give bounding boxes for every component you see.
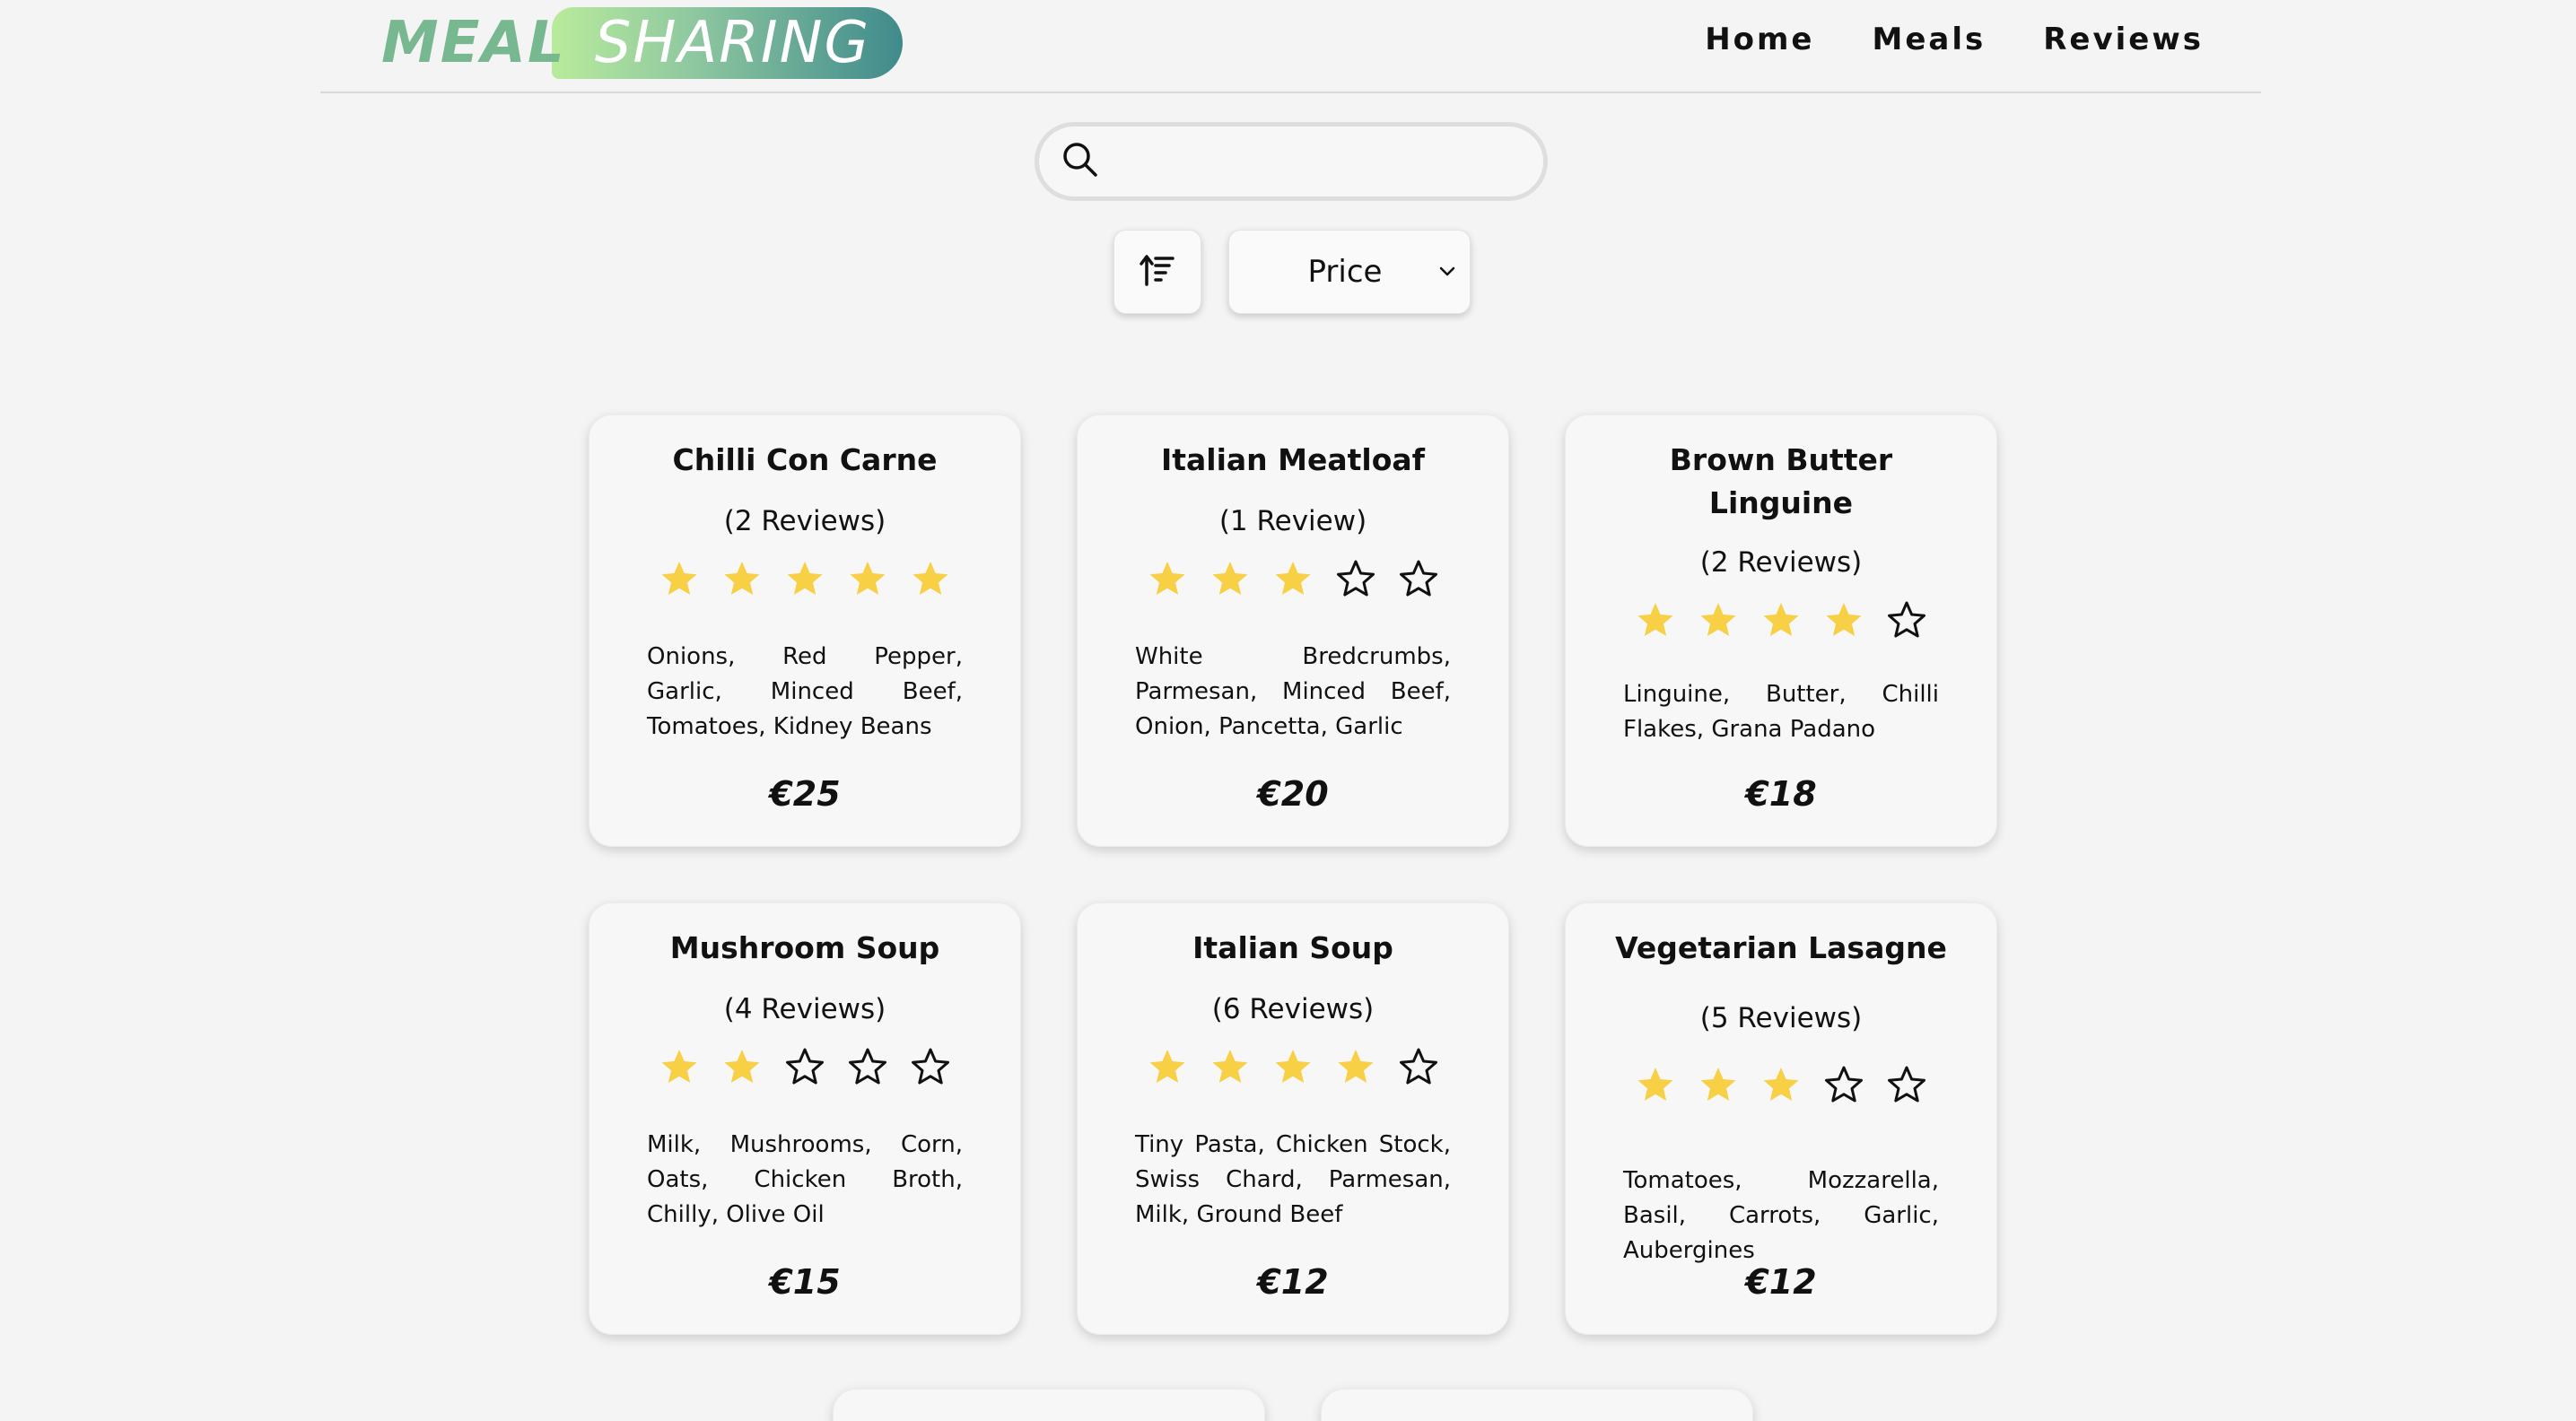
star-filled-icon	[1275, 562, 1311, 595]
meal-price: €12	[1257, 1262, 1329, 1302]
star-filled-icon	[1149, 562, 1185, 595]
meal-price: €20	[1257, 774, 1329, 814]
star-rating	[1135, 1047, 1451, 1086]
chevron-down-icon	[1437, 261, 1457, 284]
meal-review-count: (4 Reviews)	[723, 993, 886, 1025]
star-empty-icon	[1825, 1066, 1863, 1103]
star-filled-icon	[1763, 1068, 1799, 1101]
search-icon[interactable]	[1061, 140, 1100, 183]
star-empty-icon	[849, 1048, 886, 1085]
site-header: MEAL SHARING Home Meals Reviews	[320, 0, 2261, 93]
star-filled-icon	[1212, 562, 1248, 595]
star-filled-icon	[1826, 603, 1862, 636]
star-filled-icon	[1637, 1068, 1673, 1101]
meal-price: €18	[1745, 774, 1817, 814]
meal-card-partial[interactable]	[833, 1389, 1265, 1421]
nav-reviews[interactable]: Reviews	[2043, 22, 2204, 57]
logo[interactable]: MEAL SHARING	[381, 7, 904, 79]
star-filled-icon	[661, 1050, 697, 1083]
page: MEAL SHARING Home Meals Reviews Price Ch…	[0, 0, 2576, 1421]
meal-card[interactable]: Brown Butter Linguine (2 Reviews) Linguine…	[1565, 414, 1997, 847]
meal-ingredients: Tomatoes, Mozzarella, Basil, Carrots, Ga…	[1623, 1167, 1939, 1264]
logo-text-meal: MEAL	[381, 10, 566, 76]
meal-review-count: (2 Reviews)	[1699, 546, 1863, 579]
star-empty-icon	[1337, 560, 1375, 597]
meal-card[interactable]: Italian Meatloaf (1 Review) White Bredcrum…	[1077, 414, 1509, 847]
star-filled-icon	[661, 562, 697, 595]
star-rating	[1623, 600, 1939, 640]
star-rating	[1135, 559, 1451, 598]
main-nav: Home Meals Reviews	[1705, 22, 2204, 57]
star-empty-icon	[912, 1048, 949, 1085]
star-filled-icon	[1275, 1050, 1311, 1083]
star-filled-icon	[913, 562, 948, 595]
meal-card[interactable]: Italian Soup (6 Reviews) Tiny Pasta, Chick…	[1077, 902, 1509, 1335]
nav-home[interactable]: Home	[1705, 22, 1814, 57]
meal-title[interactable]: Italian Soup	[1117, 927, 1469, 970]
meal-title[interactable]: Italian Meatloaf	[1117, 439, 1469, 482]
meal-review-count: (5 Reviews)	[1699, 1002, 1863, 1034]
meal-ingredients: Tiny Pasta, Chicken Stock, Swiss Chard, …	[1135, 1131, 1451, 1228]
meal-card-partial[interactable]	[1321, 1389, 1753, 1421]
star-rating	[647, 1047, 963, 1086]
meal-ingredients: Onions, Red Pepper, Garlic, Minced Beef,…	[647, 643, 963, 740]
star-empty-icon	[1400, 1048, 1437, 1085]
star-filled-icon	[1700, 603, 1736, 636]
meal-review-count: (6 Reviews)	[1211, 993, 1375, 1025]
meal-title[interactable]: Vegetarian Lasagne	[1605, 927, 1957, 970]
star-filled-icon	[1212, 1050, 1248, 1083]
star-empty-icon	[1400, 560, 1437, 597]
meal-price: €15	[769, 1262, 841, 1302]
sort-by-select[interactable]: Price	[1228, 230, 1471, 314]
star-filled-icon	[1338, 1050, 1374, 1083]
sort-by-value: Price	[1307, 254, 1383, 290]
star-filled-icon	[724, 1050, 760, 1083]
star-filled-icon	[724, 562, 760, 595]
search-bar	[1035, 122, 1548, 201]
search-input[interactable]	[1114, 135, 1543, 188]
star-filled-icon	[1637, 603, 1673, 636]
sort-order-button[interactable]	[1113, 230, 1201, 314]
star-filled-icon	[787, 562, 823, 595]
star-filled-icon	[1700, 1068, 1736, 1101]
star-filled-icon	[850, 562, 886, 595]
nav-meals[interactable]: Meals	[1873, 22, 1987, 57]
meal-price: €12	[1745, 1262, 1817, 1302]
meal-ingredients: White Bredcrumbs, Parmesan, Minced Beef,…	[1135, 643, 1451, 740]
meal-ingredients: Linguine, Butter, Chilli Flakes, Grana P…	[1623, 681, 1939, 743]
star-filled-icon	[1149, 1050, 1185, 1083]
meal-review-count: (1 Review)	[1218, 505, 1367, 537]
logo-pill: SHARING	[551, 7, 904, 79]
star-empty-icon	[1888, 601, 1925, 638]
logo-text-sharing: SHARING	[594, 10, 871, 76]
star-filled-icon	[1763, 603, 1799, 636]
meal-price: €25	[769, 774, 841, 814]
meal-title[interactable]: Brown Butter Linguine	[1659, 439, 1903, 525]
meal-review-count: (2 Reviews)	[723, 505, 886, 537]
star-empty-icon	[1888, 1066, 1925, 1103]
meal-card[interactable]: Mushroom Soup (4 Reviews) Milk, Mushrooms,…	[589, 902, 1021, 1335]
meal-card[interactable]: Vegetarian Lasagne (5 Reviews) Tomatoes, M…	[1565, 902, 1997, 1335]
star-rating	[1623, 1065, 1939, 1104]
star-empty-icon	[786, 1048, 824, 1085]
meal-title[interactable]: Mushroom Soup	[629, 927, 981, 970]
star-rating	[647, 559, 963, 598]
meal-ingredients: Milk, Mushrooms, Corn, Oats, Chicken Bro…	[647, 1131, 963, 1228]
sort-ascending-icon	[1140, 252, 1175, 292]
meal-title[interactable]: Chilli Con Carne	[629, 439, 981, 482]
meal-card[interactable]: Chilli Con Carne (2 Reviews) Onions, Red P…	[589, 414, 1021, 847]
